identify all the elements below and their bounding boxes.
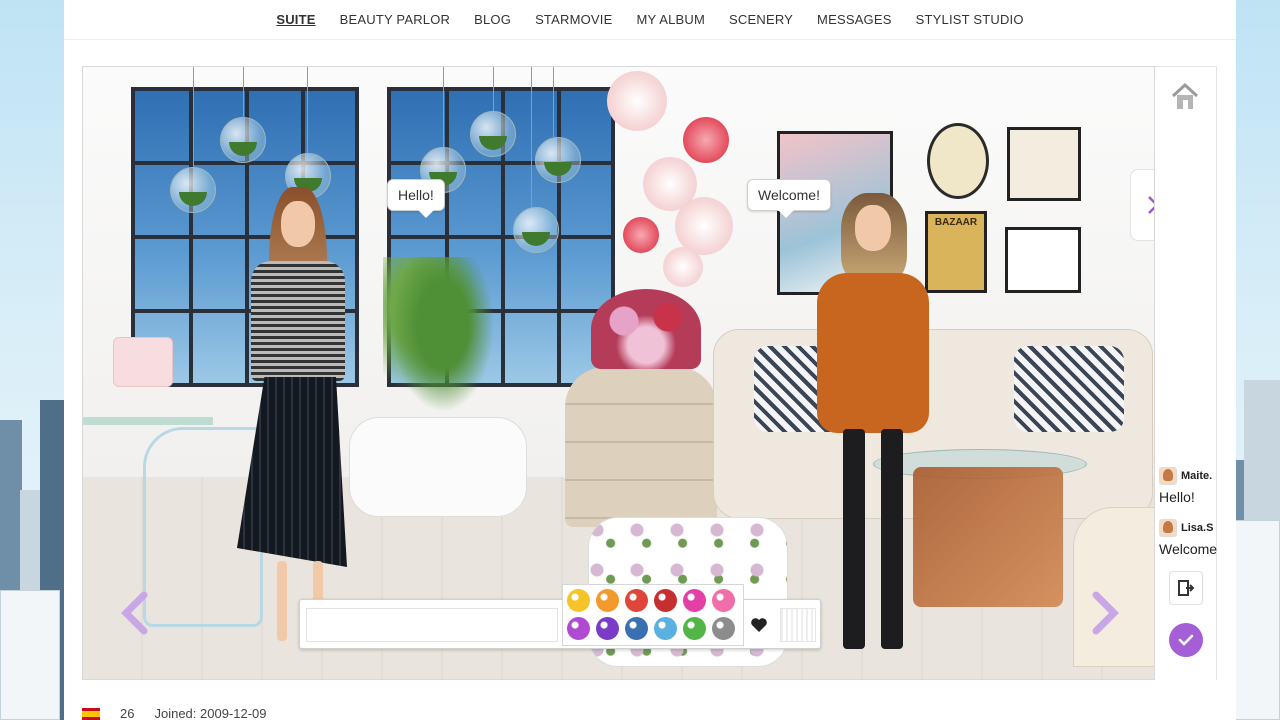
tab-scenery[interactable]: SCENERY [729, 12, 793, 27]
tab-blog[interactable]: BLOG [474, 12, 511, 27]
pouf [1073, 507, 1154, 667]
emoji-icon[interactable] [567, 617, 590, 640]
tab-my-album[interactable]: MY ALBUM [636, 12, 705, 27]
emoji-icon[interactable] [654, 589, 677, 612]
round-drawer-table [565, 367, 717, 527]
palm-plants [383, 257, 503, 427]
home-icon [1171, 82, 1199, 109]
prev-arrow-button[interactable] [113, 591, 157, 635]
white-planters [349, 417, 527, 517]
next-arrow-button[interactable] [1083, 591, 1127, 635]
paper-flower [663, 247, 703, 287]
tab-beauty-parlor[interactable]: BEAUTY PARLOR [340, 12, 451, 27]
flower-box [591, 289, 701, 369]
emoji-icon[interactable] [654, 617, 677, 640]
paper-flower [607, 71, 667, 131]
chat-username[interactable]: Lisa.S [1181, 522, 1213, 534]
home-button[interactable] [1169, 81, 1201, 116]
chat-message: Welcome [1159, 541, 1217, 557]
emoji-icon[interactable] [596, 589, 619, 612]
page-panel: SUITE BEAUTY PARLOR BLOG STARMOVIE MY AL… [64, 0, 1236, 720]
chevron-right-icon [1147, 196, 1154, 214]
side-table [83, 417, 213, 425]
confirm-button[interactable] [1169, 623, 1203, 657]
profile-footer: 26 Joined: 2009-12-09 [82, 706, 267, 720]
avatar [1159, 467, 1177, 485]
avatar-right[interactable] [803, 193, 943, 663]
level-value: 26 [120, 706, 135, 720]
chat-bar [299, 584, 821, 649]
exit-door-icon [1178, 580, 1195, 596]
emoji-icon[interactable] [625, 589, 648, 612]
chevron-left-icon [121, 591, 148, 635]
joined-date: Joined: 2009-12-09 [154, 706, 267, 720]
chat-input[interactable] [306, 608, 558, 642]
emoji-icon[interactable] [567, 589, 590, 612]
suite-scene: BAZAAR Hello! Welcome! [82, 66, 1155, 680]
chat-message: Hello! [1159, 489, 1195, 505]
chat-entry: Lisa.S Welcome [1159, 519, 1217, 557]
terrarium [535, 137, 581, 183]
paper-flower [623, 217, 659, 253]
chat-entry: Maite. Hello! [1159, 467, 1217, 505]
avatar-left[interactable] [233, 187, 363, 657]
speech-bubble-left: Hello! [387, 179, 445, 218]
tab-starmovie[interactable]: STARMOVIE [535, 12, 612, 27]
dog-frame [1005, 227, 1081, 293]
emoji-icon[interactable] [625, 617, 648, 640]
chat-send-button[interactable] [780, 608, 816, 642]
terrarium [513, 207, 559, 253]
paper-flower [683, 117, 729, 163]
tab-messages[interactable]: MESSAGES [817, 12, 892, 27]
city-backdrop-left [0, 390, 64, 720]
tab-suite[interactable]: SUITE [276, 12, 315, 27]
avatar [1159, 519, 1177, 537]
spain-flag-icon [82, 707, 100, 720]
mandala-frame [1007, 127, 1081, 201]
emoji-icon[interactable] [683, 617, 706, 640]
chevron-right-icon [1092, 591, 1119, 635]
exit-button[interactable] [1169, 571, 1203, 605]
speech-bubble-right: Welcome! [747, 179, 831, 218]
tab-stylist-studio[interactable]: STYLIST STUDIO [916, 12, 1024, 27]
cake [113, 337, 173, 387]
terrarium [470, 111, 516, 157]
terrarium [170, 167, 216, 213]
emoji-icon[interactable] [712, 617, 735, 640]
emoji-picker [562, 584, 744, 646]
terrarium [220, 117, 266, 163]
emoji-icon[interactable] [712, 589, 735, 612]
next-room-tab[interactable] [1130, 169, 1154, 241]
rose-oval-frame [927, 123, 989, 199]
top-nav: SUITE BEAUTY PARLOR BLOG STARMOVIE MY AL… [64, 0, 1236, 40]
right-sidebar: Maite. Hello! Lisa.S Welcome [1155, 66, 1217, 680]
emoji-icon[interactable] [596, 617, 619, 640]
heart-icon [751, 618, 767, 632]
heart-button[interactable] [744, 610, 774, 640]
emoji-icon[interactable] [683, 589, 706, 612]
chat-username[interactable]: Maite. [1181, 470, 1212, 482]
checkmark-icon [1178, 634, 1194, 646]
